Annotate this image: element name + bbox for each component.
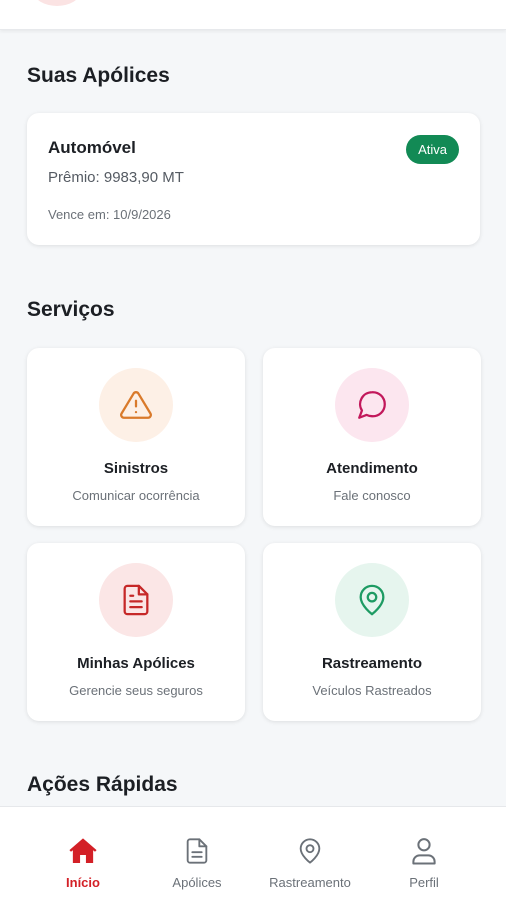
service-subtitle: Veículos Rastreados xyxy=(312,683,432,698)
nav-item-inicio[interactable]: Início xyxy=(20,807,146,900)
service-card-atendimento[interactable]: Atendimento Fale conosco xyxy=(263,348,481,526)
nav-label: Perfil xyxy=(409,875,439,890)
policy-card[interactable]: Automóvel Prêmio: 9983,90 MT Vence em: 1… xyxy=(27,113,480,245)
top-header xyxy=(0,0,506,30)
bottom-navigation: Início Apólices Rastreamento Perfil xyxy=(0,806,506,900)
sinistros-icon-circle xyxy=(99,368,173,442)
service-subtitle: Comunicar ocorrência xyxy=(72,488,200,503)
service-subtitle: Fale conosco xyxy=(333,488,411,503)
service-card-sinistros[interactable]: Sinistros Comunicar ocorrência xyxy=(27,348,245,526)
policy-type: Automóvel xyxy=(48,138,136,157)
service-title: Rastreamento xyxy=(321,655,423,672)
status-badge: Ativa xyxy=(406,135,459,164)
nav-label: Rastreamento xyxy=(269,875,351,890)
atendimento-icon-circle xyxy=(335,368,409,442)
rastreamento-icon-circle xyxy=(335,563,409,637)
policy-premium: Prêmio: 9983,90 MT xyxy=(48,169,184,186)
map-pin-icon xyxy=(359,584,385,616)
quick-actions-section-title: Ações Rápidas xyxy=(27,773,178,796)
service-card-minhas-apolices[interactable]: Minhas Apólices Gerencie seus seguros xyxy=(27,543,245,721)
nav-label: Início xyxy=(66,875,100,890)
document-icon xyxy=(180,834,214,868)
chat-bubble-icon xyxy=(358,391,386,419)
apolices-icon-circle xyxy=(99,563,173,637)
service-title: Sinistros xyxy=(103,460,169,477)
document-icon xyxy=(123,584,149,616)
map-pin-icon xyxy=(293,834,327,868)
nav-item-apolices[interactable]: Apólices xyxy=(134,807,260,900)
nav-item-perfil[interactable]: Perfil xyxy=(361,807,487,900)
service-card-rastreamento[interactable]: Rastreamento Veículos Rastreados xyxy=(263,543,481,721)
service-title: Atendimento xyxy=(326,460,418,477)
user-icon xyxy=(407,834,441,868)
avatar xyxy=(34,0,80,6)
service-subtitle: Gerencie seus seguros xyxy=(69,683,203,698)
nav-item-rastreamento[interactable]: Rastreamento xyxy=(247,807,373,900)
warning-triangle-icon xyxy=(120,391,152,419)
services-section-title: Serviços xyxy=(27,298,115,321)
nav-label: Apólices xyxy=(172,875,222,890)
service-title: Minhas Apólices xyxy=(77,655,195,672)
home-icon xyxy=(66,834,100,868)
policy-expiry: Vence em: 10/9/2026 xyxy=(48,207,171,222)
policies-section-title: Suas Apólices xyxy=(27,64,170,87)
